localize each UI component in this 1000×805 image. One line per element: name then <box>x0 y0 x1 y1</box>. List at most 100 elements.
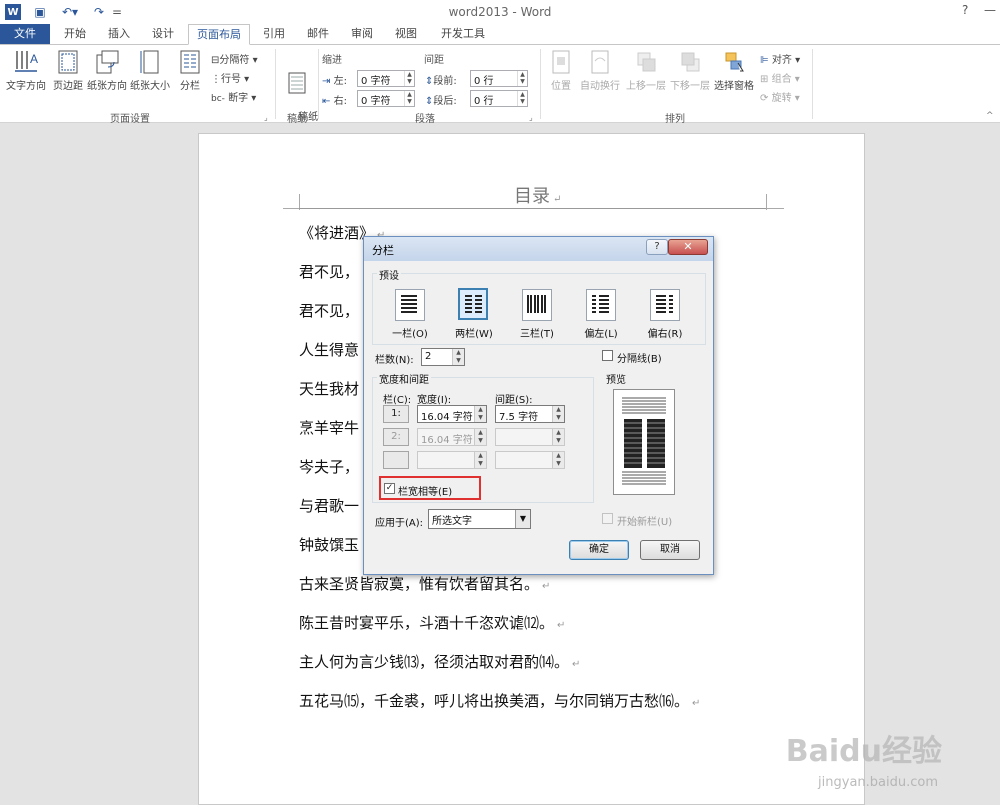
page-setup-launcher-icon[interactable]: ⌟ <box>264 113 268 122</box>
doc-paragraph[interactable]: 烹羊宰牛 <box>299 417 359 438</box>
size-icon <box>140 50 159 74</box>
column-1-width-spinner[interactable]: ▲ ▼ <box>474 406 486 422</box>
selection-pane-button[interactable]: 选择窗格 <box>712 49 756 92</box>
collapse-ribbon-icon[interactable]: ^ <box>986 111 994 121</box>
dialog-close-button[interactable]: ✕ <box>668 239 708 255</box>
wrap-text-button[interactable]: 自动换行 <box>578 49 622 92</box>
start-new-column-checkbox[interactable] <box>602 513 613 524</box>
two-columns-icon <box>465 295 482 313</box>
align-icon: ⊫ <box>760 55 769 66</box>
tab-references[interactable]: 引用 <box>254 24 294 45</box>
position-button[interactable]: 位置 <box>545 49 577 92</box>
columns-button[interactable]: 分栏 <box>175 49 205 92</box>
help-button[interactable]: ? <box>962 3 968 17</box>
column-2-width-input[interactable]: 16.04 字符 ▲ ▼ <box>417 428 487 446</box>
doc-paragraph[interactable]: 君不见， <box>299 300 359 321</box>
ok-button[interactable]: 确定 <box>569 540 629 560</box>
preset-two-columns[interactable] <box>458 288 488 320</box>
preset-one-column[interactable] <box>395 289 425 321</box>
orientation-button[interactable]: 纸张方向 <box>86 49 128 92</box>
hyphenation-icon: bc- <box>211 94 225 104</box>
page-header[interactable]: 目录 ↵ <box>514 182 561 208</box>
minimize-button[interactable]: — <box>984 3 996 17</box>
column-1-spacing-spinner[interactable]: ▲ ▼ <box>552 406 564 422</box>
doc-paragraph[interactable]: 君不见， <box>299 261 359 282</box>
spacing-label: 间距 <box>424 55 444 66</box>
spacing-after-label: ⇕段后: <box>425 96 457 107</box>
tab-review[interactable]: 审阅 <box>342 24 382 45</box>
indent-right-label: ⇤ 右: <box>322 96 347 107</box>
doc-paragraph[interactable]: 天生我材 <box>299 378 359 399</box>
tab-mailings[interactable]: 邮件 <box>298 24 338 45</box>
hyphenation-button[interactable]: bc- 断字 ▾ <box>211 89 256 104</box>
column-2-width-spinner[interactable]: ▲ ▼ <box>474 429 486 445</box>
doc-paragraph[interactable]: 五花马⒂，千金裘，呼儿将出换美酒，与尔同销万古愁⒃。 ↵ <box>299 690 700 711</box>
three-columns-icon <box>527 295 546 313</box>
column-2-spacing-spinner[interactable]: ▲ ▼ <box>552 429 564 445</box>
preset-left[interactable] <box>586 289 616 321</box>
doc-paragraph[interactable]: 与君歌一 <box>299 495 359 516</box>
columns-dialog: 分栏 ? ✕ 预设 一栏(O) 两栏(W) 三栏(T) 偏左(L) 偏右(R) … <box>363 236 714 575</box>
baidu-watermark-url: jingyan.baidu.com <box>818 775 938 790</box>
equal-width-label: 栏宽相等(E) <box>398 487 453 498</box>
column-3-width-spinner[interactable]: ▲ ▼ <box>474 452 486 468</box>
breaks-label: 分隔符 <box>219 55 250 66</box>
indent-right-input[interactable]: 0 字符 ▲ ▼ <box>357 90 415 107</box>
column-1-spacing-input[interactable]: 7.5 字符 ▲ ▼ <box>495 405 565 423</box>
breaks-button[interactable]: ⊟分隔符 ▾ <box>211 51 258 66</box>
tab-page-layout[interactable]: 页面布局 <box>188 24 250 45</box>
doc-paragraph[interactable]: 陈王昔时宴平乐，斗酒十千恣欢谑⑿。 ↵ <box>299 612 565 633</box>
column-3-spacing-spinner[interactable]: ▲ ▼ <box>552 452 564 468</box>
equal-width-checkbox[interactable]: ✓ <box>384 483 395 494</box>
crop-mark <box>766 208 784 209</box>
dialog-titlebar[interactable]: 分栏 ? ✕ <box>364 237 713 261</box>
preset-three-columns[interactable] <box>522 289 552 321</box>
margins-button[interactable]: 页边距 <box>50 49 86 92</box>
line-numbers-icon: ⋮ <box>211 74 221 85</box>
size-button[interactable]: 纸张大小 <box>128 49 172 92</box>
tab-file[interactable]: 文件 <box>0 24 50 45</box>
tab-developer[interactable]: 开发工具 <box>432 24 494 45</box>
doc-paragraph[interactable]: 岑夫子， <box>299 456 359 477</box>
rotate-button[interactable]: ⟳ 旋转 ▾ <box>760 89 800 104</box>
rotate-icon: ⟳ <box>760 93 769 104</box>
line-numbers-button[interactable]: ⋮行号 ▾ <box>211 70 249 85</box>
indent-left-input[interactable]: 0 字符 ▲ ▼ <box>357 70 415 87</box>
cancel-button[interactable]: 取消 <box>640 540 700 560</box>
doc-paragraph[interactable]: 人生得意 <box>299 339 359 360</box>
column-count-spinner[interactable]: ▲ ▼ <box>452 349 464 365</box>
column-3-width-input[interactable]: ▲ ▼ <box>417 451 487 469</box>
selection-pane-label: 选择窗格 <box>714 81 754 92</box>
size-label: 纸张大小 <box>130 81 170 92</box>
column-3-spacing-input[interactable]: ▲ ▼ <box>495 451 565 469</box>
column-count-input[interactable]: 2 ▲ ▼ <box>421 348 465 366</box>
column-1-width-input[interactable]: 16.04 字符 ▲ ▼ <box>417 405 487 423</box>
group-label: 组合 <box>771 74 792 85</box>
doc-paragraph[interactable]: 主人何为言少钱⒀，径须沽取对君酌⒁。 ↵ <box>299 651 580 672</box>
spacing-after-input[interactable]: 0 行 ▲ ▼ <box>470 90 528 107</box>
dialog-help-button[interactable]: ? <box>646 239 668 255</box>
text-direction-button[interactable]: A 文字方向 <box>4 49 48 92</box>
column-3-number <box>383 451 409 469</box>
tab-insert[interactable]: 插入 <box>99 24 139 45</box>
paragraph-launcher-icon[interactable]: ⌟ <box>529 113 533 122</box>
tab-design[interactable]: 设计 <box>143 24 183 45</box>
bring-forward-label: 上移一层 <box>626 81 666 92</box>
bring-forward-button[interactable]: 上移一层 <box>624 49 668 92</box>
spacing-before-input[interactable]: 0 行 ▲ ▼ <box>470 70 528 87</box>
line-between-checkbox[interactable] <box>602 350 613 361</box>
doc-paragraph[interactable]: 古来圣贤皆寂寞，惟有饮者留其名。 ↵ <box>299 573 550 594</box>
apply-to-select[interactable]: 所选文字 ▼ <box>428 509 531 529</box>
tab-view[interactable]: 视图 <box>386 24 426 45</box>
ribbon: A 文字方向 页边距 纸张方向 纸张大小 分栏 ⊟分隔符 ▾ ⋮行号 ▾ bc-… <box>0 44 1000 138</box>
preset-right[interactable] <box>650 289 680 321</box>
group-objects-button[interactable]: ⊞ 组合 ▾ <box>760 70 800 85</box>
spacing-before-label: ⇕段前: <box>425 76 457 87</box>
align-button[interactable]: ⊫ 对齐 ▾ <box>760 51 800 66</box>
doc-paragraph[interactable]: 钟鼓馔玉 <box>299 534 359 555</box>
send-backward-button[interactable]: 下移一层 <box>668 49 712 92</box>
ribbon-tabs: 文件 开始 插入 设计 页面布局 引用 邮件 审阅 视图 开发工具 <box>0 24 1000 45</box>
tab-home[interactable]: 开始 <box>55 24 95 45</box>
column-2-spacing-input[interactable]: ▲ ▼ <box>495 428 565 446</box>
bring-forward-icon <box>637 52 656 72</box>
